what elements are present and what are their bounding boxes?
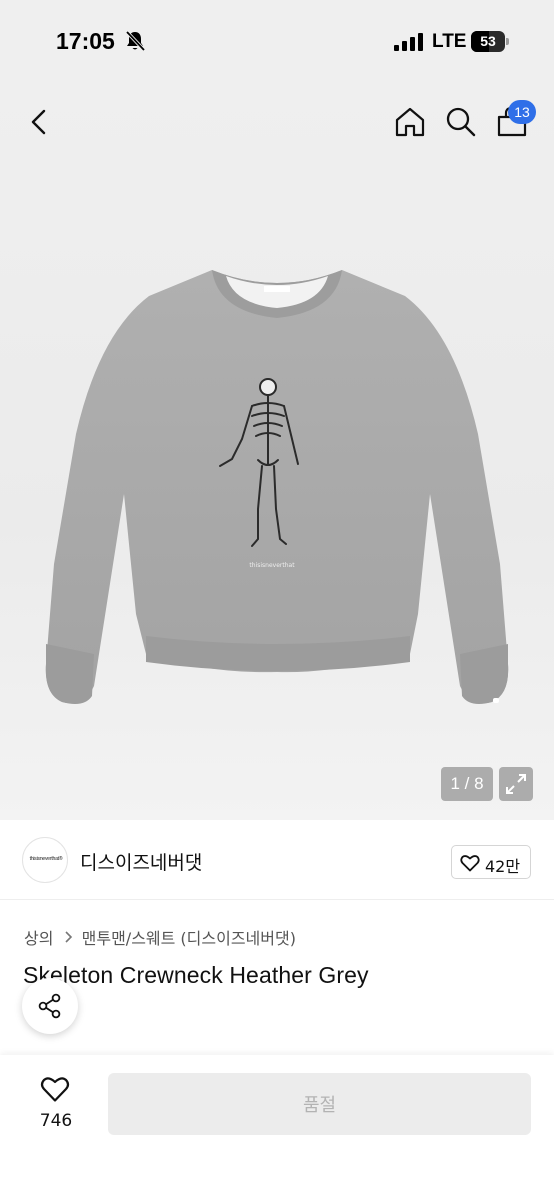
battery-icon: 53 xyxy=(471,31,509,52)
product-gallery[interactable]: 13 thisisneverthat 1 / 8 xyxy=(0,84,554,820)
bottom-action-bar: 746 품절 xyxy=(0,1055,554,1200)
wishlist-button[interactable]: 746 xyxy=(24,1073,88,1143)
image-counter: 1 / 8 xyxy=(441,767,493,801)
heart-icon xyxy=(40,1077,70,1102)
cart-count-badge: 13 xyxy=(508,100,536,124)
wishlist-count: 746 xyxy=(39,1111,73,1131)
breadcrumb: 상의 맨투맨/스웨트 (디스이즈네버댓) xyxy=(24,925,296,949)
search-icon[interactable] xyxy=(443,104,479,140)
product-image: thisisneverthat xyxy=(45,270,509,704)
sold-out-button[interactable]: 품절 xyxy=(108,1073,531,1135)
status-time: 17:05 xyxy=(56,28,115,54)
home-icon[interactable] xyxy=(392,104,428,140)
status-bar: 17:05 LTE 53 xyxy=(0,0,554,84)
share-button[interactable] xyxy=(22,978,78,1034)
chevron-right-icon xyxy=(63,928,73,947)
breadcrumb-item[interactable]: 맨투맨/스웨트 (디스이즈네버댓) xyxy=(82,929,296,948)
chevron-left-icon[interactable] xyxy=(22,104,58,140)
brand-row[interactable]: thisisneverthat® 디스이즈네버댓 42만 xyxy=(0,820,554,900)
heart-icon xyxy=(460,855,480,872)
expand-icon[interactable] xyxy=(499,767,533,801)
breadcrumb-item[interactable]: 상의 xyxy=(24,929,53,948)
brand-logo-text: thisisneverthat® xyxy=(29,856,63,862)
brand-name[interactable]: 디스이즈네버댓 xyxy=(80,848,202,875)
brand-like-button[interactable]: 42만 xyxy=(451,845,531,879)
network-type: LTE xyxy=(432,31,467,52)
brand-like-count: 42만 xyxy=(485,857,521,876)
bell-off-icon xyxy=(125,30,146,52)
share-icon xyxy=(38,993,61,1019)
product-title: Skeleton Crewneck Heather Grey xyxy=(23,962,369,988)
brand-logo[interactable]: thisisneverthat® xyxy=(22,837,68,883)
battery-level: 53 xyxy=(480,33,496,49)
signal-icon xyxy=(394,33,423,51)
svg-text:thisisneverthat: thisisneverthat xyxy=(249,562,295,569)
